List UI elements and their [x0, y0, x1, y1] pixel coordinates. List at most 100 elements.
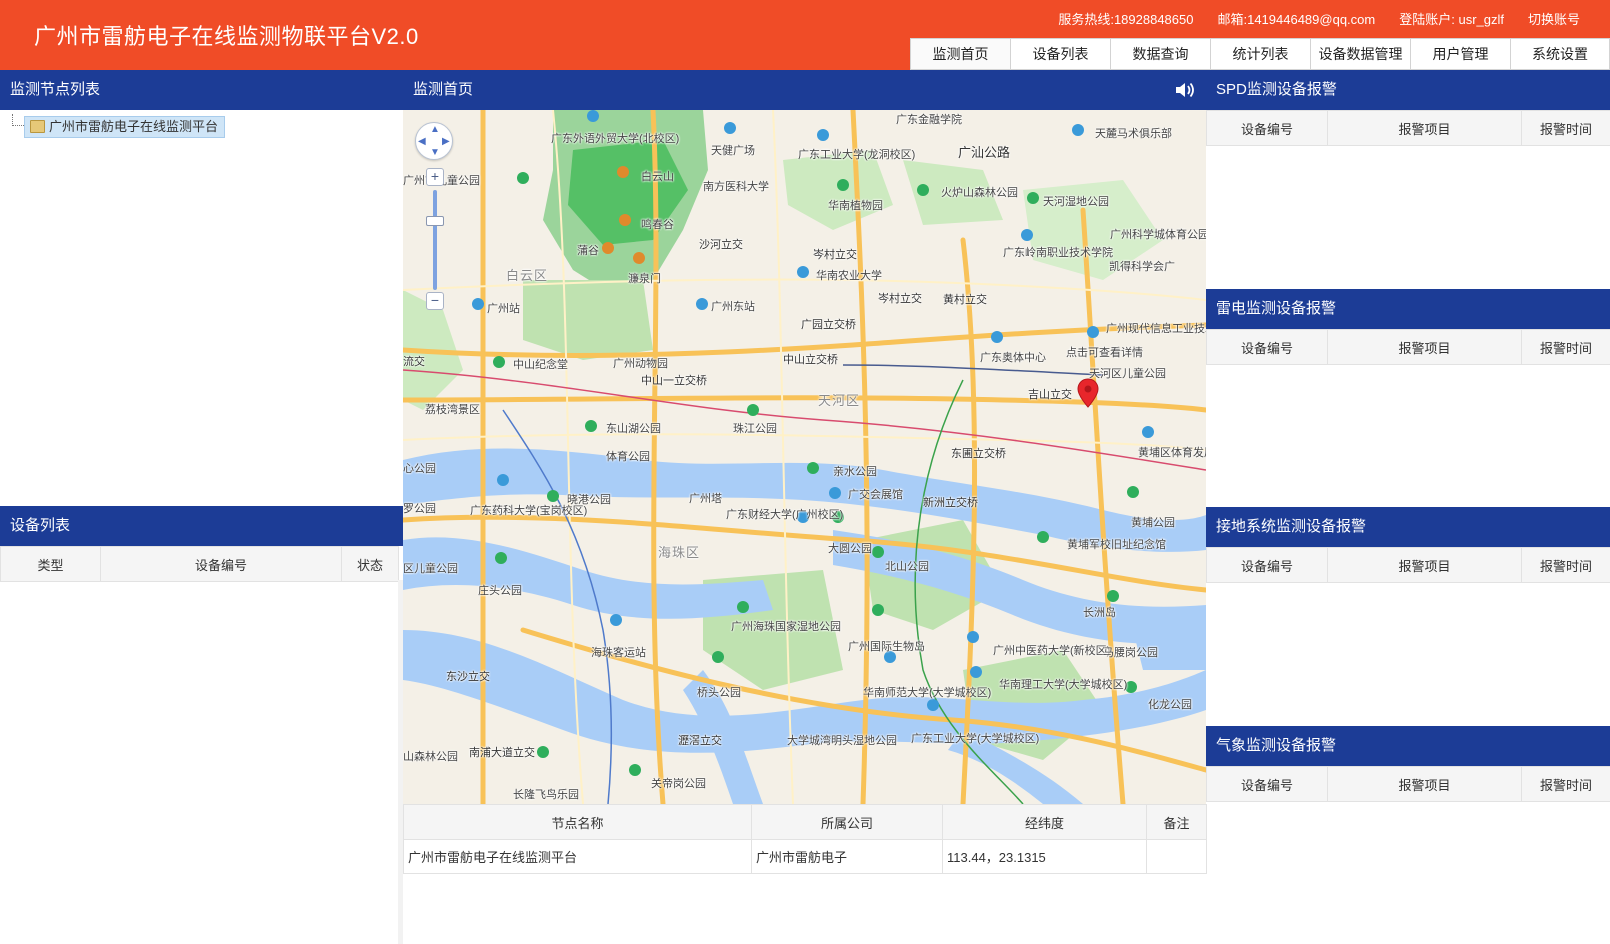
zoom-slider-thumb[interactable]: [426, 216, 444, 226]
map-label-place: 广州海珠国家湿地公园: [731, 621, 841, 633]
tab-data-query[interactable]: 数据查询: [1110, 38, 1210, 70]
column-device-id: 设备编号: [1206, 110, 1328, 146]
column-alarm-time: 报警时间: [1521, 547, 1610, 583]
volume-icon[interactable]: [1174, 80, 1196, 100]
map-label-road: 沙河立交: [699, 239, 743, 251]
map-label-place: 广东外语外贸大学(北校区): [551, 133, 680, 145]
app-title: 广州市雷舫电子在线监测物联平台V2.0: [34, 24, 419, 49]
map-label-place: 华南理工大学(大学城校区): [999, 679, 1128, 691]
map-label-place: 广州站: [487, 303, 520, 315]
map-label-road: 中山一立交桥: [641, 375, 707, 387]
column-status[interactable]: 状态: [341, 546, 399, 582]
map-zoom-control: + −: [426, 168, 444, 316]
zoom-track[interactable]: [433, 190, 437, 290]
map-label-place: 广州塔: [689, 493, 722, 505]
device-list-table: 类型 设备编号 状态: [0, 546, 399, 582]
tab-monitor-home[interactable]: 监测首页: [910, 38, 1010, 70]
map-label-district: 海珠区: [658, 545, 701, 560]
tree-connector: [12, 114, 24, 126]
spd-alarm-title: SPD监测设备报警: [1216, 81, 1337, 98]
map-label-road: 东沙立交: [446, 671, 490, 683]
map-label-place: 广州东站: [711, 301, 755, 313]
column-type[interactable]: 类型: [0, 546, 101, 582]
map-label-place: 广州现代信息工业技术学院(北校: [1106, 323, 1206, 335]
map-label-place: 广州中医药大学(新校区): [993, 645, 1111, 657]
column-alarm-time: 报警时间: [1521, 329, 1610, 365]
map-label-road: 新洲立交桥: [923, 497, 978, 509]
map-label-place: 华南农业大学: [816, 270, 882, 282]
map-label-place: 白云山: [641, 171, 674, 183]
map-label-place: 黄埔区体育发展中心: [1138, 447, 1206, 459]
device-list-header: 设备列表: [0, 506, 403, 546]
tab-statistics[interactable]: 统计列表: [1210, 38, 1310, 70]
map-label-place: 天麓马术俱乐部: [1095, 128, 1172, 140]
map-label-place: 罗公园: [403, 503, 436, 515]
map-label-place: 心公园: [403, 463, 436, 475]
map-label-road: 瀝滘立交: [678, 735, 722, 747]
cell-company: 广州市雷舫电子: [751, 839, 943, 874]
map-label-place: 黄埔军校旧址纪念馆: [1067, 539, 1166, 551]
map-label-place: 荔枝湾景区: [425, 404, 480, 416]
column-alarm-item: 报警项目: [1327, 547, 1522, 583]
map-label-road: 广汕公路: [958, 145, 1011, 160]
map-label-place: 天健广场: [711, 145, 755, 157]
map-label-place: 珠江公园: [733, 423, 777, 435]
map-marker-icon[interactable]: [1077, 378, 1099, 408]
map-label-place: 大圆公园: [828, 543, 872, 555]
table-header-row: 节点名称 所属公司 经纬度 备注: [403, 804, 1207, 840]
map-label-tooltip: 点击可查看详情: [1066, 347, 1143, 359]
tab-device-data-management[interactable]: 设备数据管理: [1310, 38, 1410, 70]
map-label-place: 广州国际生物岛: [848, 641, 925, 653]
grounding-alarm-header: 接地系统监测设备报警: [1206, 507, 1610, 547]
map-label-road: 黄村立交: [943, 294, 987, 306]
map-label-place: 广州科学城体育公园: [1110, 229, 1206, 241]
map-label-place: 东山湖公园: [606, 423, 661, 435]
map-label-place: 蒲谷: [577, 245, 599, 257]
table-header-row: 设备编号 报警项目 报警时间: [1206, 329, 1610, 365]
column-remark: 备注: [1146, 804, 1207, 840]
weather-alarm-title: 气象监测设备报警: [1216, 737, 1337, 754]
monitor-home-header: 监测首页: [403, 70, 1206, 110]
map-label-place: 火炉山森林公园: [941, 187, 1018, 199]
weather-alarm-table: 设备编号 报警项目 报警时间: [1206, 766, 1610, 802]
map-label-place: 长隆飞鸟乐园: [513, 789, 579, 801]
cell-coordinates: 113.44，23.1315: [942, 839, 1147, 874]
column-device-id: 设备编号: [1206, 547, 1328, 583]
map-label-road: 流交: [403, 356, 425, 368]
table-row[interactable]: 广州市雷舫电子在线监测平台 广州市雷舫电子 113.44，23.1315: [403, 839, 1207, 874]
map-label-road: 南浦大道立交: [469, 747, 535, 759]
map-label-road: 东圃立交桥: [951, 448, 1006, 460]
map-label-road: 广园立交桥: [801, 319, 856, 331]
map-label-place: 大学城湾明头湿地公园: [787, 735, 897, 747]
map-label-road: 吉山立交: [1028, 389, 1072, 401]
tab-user-management[interactable]: 用户管理: [1410, 38, 1510, 70]
map-label-place: 桥头公园: [697, 687, 741, 699]
zoom-in-icon[interactable]: +: [426, 168, 444, 186]
map-label-district: 白云区: [506, 268, 549, 283]
map-view[interactable]: 白云区 天河区 海珠区 广东外语外贸大学(北校区) 天健广场 南方医科大学 广东…: [403, 110, 1206, 804]
service-hotline: 服务热线:18928848650: [1058, 12, 1194, 27]
table-header-row: 类型 设备编号 状态: [0, 546, 399, 582]
map-label-place: 天河区儿童公园: [1089, 368, 1166, 380]
table-header-row: 设备编号 报警项目 报警时间: [1206, 547, 1610, 583]
map-label-place: 广东工业大学(龙洞校区): [798, 149, 916, 161]
map-label-place: 北山公园: [885, 561, 929, 573]
map-label-place: 关帝岗公园: [651, 778, 706, 790]
map-label-place: 山森林公园: [403, 751, 458, 763]
zoom-out-icon[interactable]: −: [426, 292, 444, 310]
tree-node-root[interactable]: 广州市雷舫电子在线监测平台: [24, 116, 226, 138]
switch-account-link[interactable]: 切换账号: [1528, 9, 1580, 28]
header-info: 服务热线:18928848650 邮箱:1419446489@qq.com 登陆…: [1058, 9, 1580, 28]
tab-system-settings[interactable]: 系统设置: [1510, 38, 1610, 70]
column-alarm-item: 报警项目: [1327, 110, 1522, 146]
tab-device-list[interactable]: 设备列表: [1010, 38, 1110, 70]
column-device-id: 设备编号: [1206, 766, 1328, 802]
map-label-place: 凯得科学会广: [1109, 261, 1175, 273]
column-device-id[interactable]: 设备编号: [100, 546, 342, 582]
grounding-alarm-title: 接地系统监测设备报警: [1216, 518, 1367, 535]
weather-alarm-header: 气象监测设备报警: [1206, 726, 1610, 766]
column-alarm-item: 报警项目: [1327, 329, 1522, 365]
device-list-title: 设备列表: [10, 517, 71, 534]
map-pan-icon[interactable]: ▲ ▼ ◀ ▶: [415, 122, 453, 160]
map-label-place: 晓港公园: [567, 494, 611, 506]
